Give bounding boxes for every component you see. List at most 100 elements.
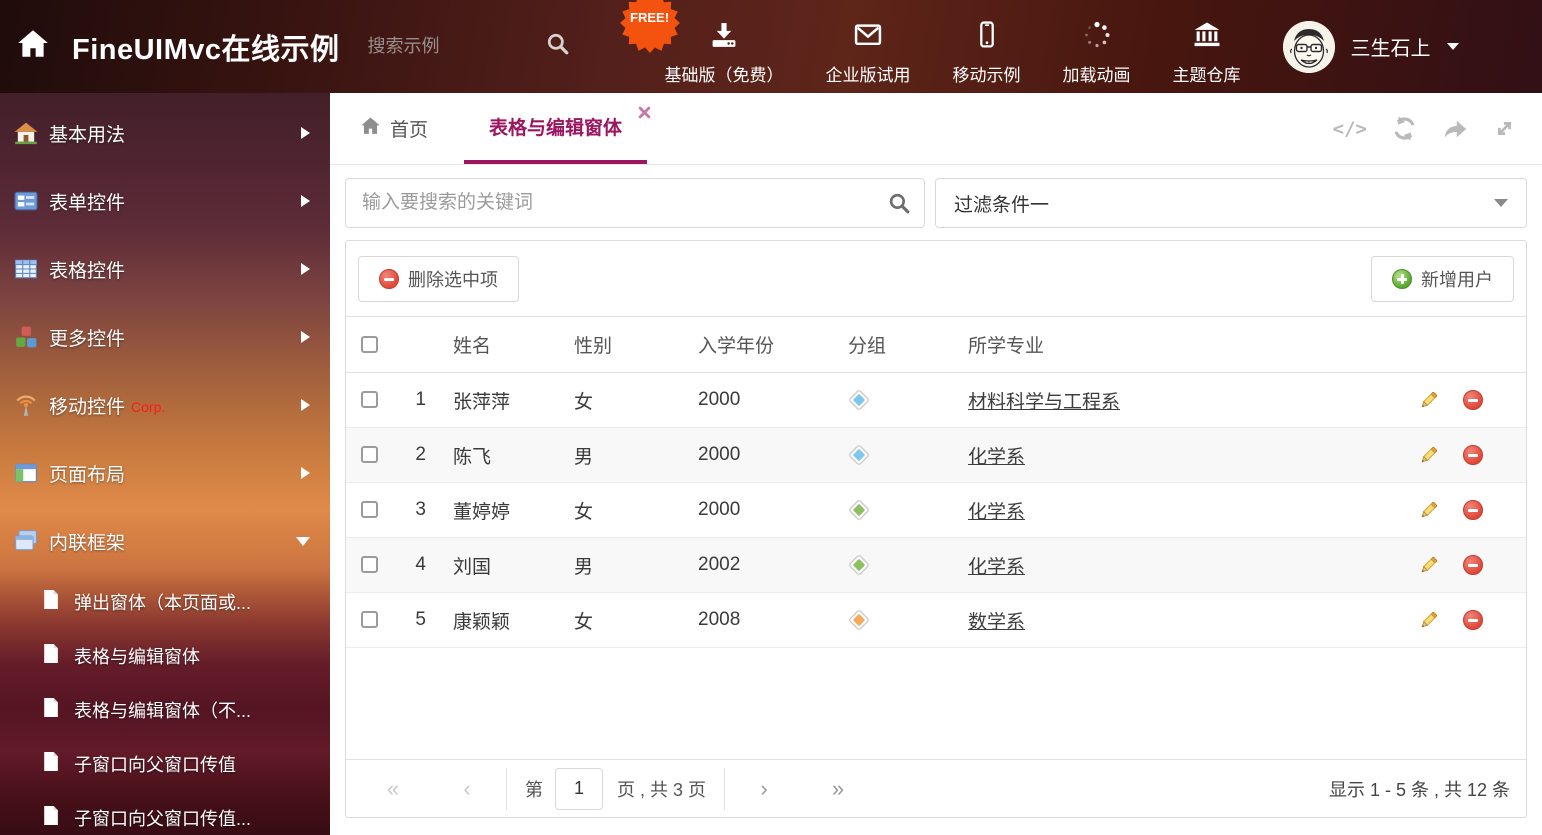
add-user-button[interactable]: 新增用户 xyxy=(1371,256,1514,302)
download-icon xyxy=(709,21,739,54)
sidebar-item-basic-usage[interactable]: 基本用法 xyxy=(0,99,330,167)
nav-label: 主题仓库 xyxy=(1173,61,1241,86)
search-icon[interactable] xyxy=(888,192,911,220)
delete-icon[interactable] xyxy=(1463,445,1483,465)
delete-icon[interactable] xyxy=(1463,610,1483,630)
grid-panel: 删除选中项 新增用户 姓名 性别 入学年份 分组 xyxy=(345,240,1527,818)
header-search xyxy=(368,32,570,61)
select-all-checkbox[interactable] xyxy=(361,336,378,353)
major-link[interactable]: 数学系 xyxy=(968,612,1025,633)
cell-year: 2000 xyxy=(682,483,832,538)
last-page-button[interactable]: » xyxy=(821,778,855,800)
divider xyxy=(506,768,507,810)
nav-item-theme-repository[interactable]: 主题仓库 xyxy=(1173,7,1241,86)
avatar[interactable] xyxy=(1283,21,1335,73)
column-actions xyxy=(1414,317,1526,373)
major-link[interactable]: 材料科学与工程系 xyxy=(968,392,1120,413)
row-checkbox[interactable] xyxy=(361,446,378,463)
cell-name: 董婷婷 xyxy=(434,483,564,538)
nav-item-loading-animation[interactable]: 加载动画 xyxy=(1063,7,1131,86)
cell-name: 康颖颖 xyxy=(434,593,564,648)
delete-icon[interactable] xyxy=(1463,555,1483,575)
nav-item-enterprise-trial[interactable]: 企业版试用 xyxy=(826,7,911,86)
edit-icon[interactable] xyxy=(1418,500,1439,521)
chevron-right-icon xyxy=(301,399,310,411)
user-menu[interactable]: 三生石上 xyxy=(1283,21,1459,73)
tab-home[interactable]: 首页 xyxy=(360,93,428,164)
delete-selected-button[interactable]: 删除选中项 xyxy=(358,256,519,302)
minus-circle-icon xyxy=(379,269,399,289)
table-icon xyxy=(14,257,38,281)
tag-icon xyxy=(848,609,870,631)
cell-year: 2008 xyxy=(682,593,832,648)
app-title: FineUIMvc在线示例 xyxy=(72,26,340,68)
edit-icon[interactable] xyxy=(1418,555,1439,576)
cell-gender: 女 xyxy=(564,593,682,648)
column-gender: 性别 xyxy=(564,317,682,373)
delete-icon[interactable] xyxy=(1463,390,1483,410)
major-link[interactable]: 化学系 xyxy=(968,557,1025,578)
filter-dropdown[interactable]: 过滤条件一 xyxy=(935,178,1527,228)
prev-page-button[interactable]: ‹ xyxy=(456,778,478,800)
search-icon[interactable] xyxy=(546,32,570,61)
row-checkbox[interactable] xyxy=(361,611,378,628)
sidebar-item-page-layout[interactable]: 页面布局 xyxy=(0,439,330,507)
next-page-button[interactable]: › xyxy=(753,778,775,800)
nav-item-mobile-demo[interactable]: 移动示例 xyxy=(953,7,1021,86)
code-icon[interactable]: </> xyxy=(1333,118,1367,140)
tag-icon xyxy=(848,554,870,576)
chevron-down-icon xyxy=(1494,199,1508,207)
keyword-search-input[interactable] xyxy=(345,178,925,228)
table-row: 2 陈飞 男 2000 化学系 xyxy=(346,428,1526,483)
corp-badge: Corp. xyxy=(131,399,165,415)
row-checkbox[interactable] xyxy=(361,501,378,518)
page-number-input[interactable] xyxy=(555,768,603,810)
sidebar-subitem-grid-edit-window-2[interactable]: 表格与编辑窗体（不... xyxy=(0,683,330,737)
brand[interactable]: FineUIMvc在线示例 xyxy=(0,26,340,68)
edit-icon[interactable] xyxy=(1418,610,1439,631)
sidebar-subitem-popup-window[interactable]: 弹出窗体（本页面或... xyxy=(0,575,330,629)
sidebar-item-inline-frame[interactable]: 内联框架 xyxy=(0,507,330,575)
sidebar-subitem-child-to-parent[interactable]: 子窗口向父窗口传值 xyxy=(0,737,330,791)
tab-bar: 首页 表格与编辑窗体 </> xyxy=(330,93,1542,165)
users-table: 姓名 性别 入学年份 分组 所学专业 1 张萍萍 女 2000 材料科学与工程系 xyxy=(346,316,1526,648)
row-checkbox[interactable] xyxy=(361,391,378,408)
page-icon xyxy=(40,643,61,669)
nav-item-basic-free[interactable]: FREE! 基础版（免费） xyxy=(665,7,784,86)
filter-dropdown-value: 过滤条件一 xyxy=(954,190,1049,217)
major-link[interactable]: 化学系 xyxy=(968,447,1025,468)
page-icon xyxy=(40,697,61,723)
chevron-right-icon xyxy=(301,263,310,275)
nav-label: 加载动画 xyxy=(1063,61,1131,86)
tab-grid-edit-window[interactable]: 表格与编辑窗体 xyxy=(464,93,647,164)
header-nav: FREE! 基础版（免费） 企业版试用 移动示例 加载动画 xyxy=(665,7,1241,86)
chevron-right-icon xyxy=(301,127,310,139)
username[interactable]: 三生石上 xyxy=(1351,32,1431,61)
edit-icon[interactable] xyxy=(1418,390,1439,411)
refresh-icon[interactable] xyxy=(1391,115,1418,142)
cell-name: 张萍萍 xyxy=(434,373,564,428)
page-prefix: 第 xyxy=(525,776,543,802)
delete-icon[interactable] xyxy=(1463,500,1483,520)
cell-gender: 男 xyxy=(564,538,682,593)
first-page-button[interactable]: « xyxy=(376,778,410,800)
close-icon[interactable] xyxy=(638,106,651,124)
home-icon xyxy=(360,116,381,141)
header-search-input[interactable] xyxy=(368,36,518,57)
fullscreen-icon[interactable] xyxy=(1492,116,1517,141)
page-icon xyxy=(40,805,61,831)
sidebar-item-form-controls[interactable]: 表单控件 xyxy=(0,167,330,235)
sidebar-item-grid-controls[interactable]: 表格控件 xyxy=(0,235,330,303)
edit-icon[interactable] xyxy=(1418,445,1439,466)
sidebar-subitem-grid-edit-window[interactable]: 表格与编辑窗体 xyxy=(0,629,330,683)
sidebar-item-mobile-controls[interactable]: 移动控件 Corp. xyxy=(0,371,330,439)
column-year: 入学年份 xyxy=(682,317,832,373)
sidebar-item-more-controls[interactable]: 更多控件 xyxy=(0,303,330,371)
sidebar-subitem-child-to-parent-2[interactable]: 子窗口向父窗口传值... xyxy=(0,791,330,835)
major-link[interactable]: 化学系 xyxy=(968,502,1025,523)
open-new-window-icon[interactable] xyxy=(1442,117,1468,141)
row-checkbox[interactable] xyxy=(361,556,378,573)
column-major: 所学专业 xyxy=(952,317,1414,373)
cubes-icon xyxy=(14,325,38,349)
tab-actions: </> xyxy=(1333,93,1517,164)
